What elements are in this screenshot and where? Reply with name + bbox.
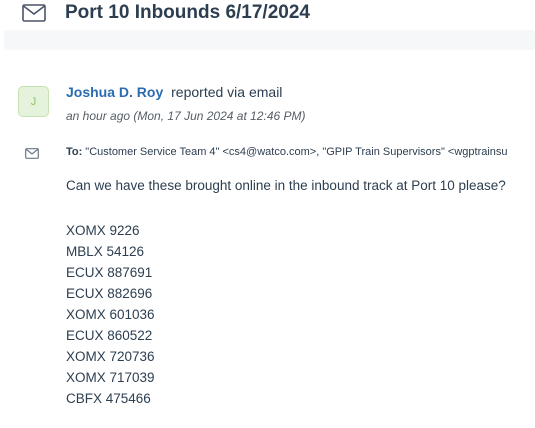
header-divider — [4, 30, 535, 50]
list-item: ECUX 887691 — [66, 265, 153, 280]
message-body-intro: Can we have these brought online in the … — [66, 178, 506, 193]
ticket-page: Port 10 Inbounds 6/17/2024 J Joshua D. R… — [0, 0, 535, 428]
sender-action: reported via email — [171, 84, 283, 100]
list-item: MBLX 54126 — [66, 244, 145, 259]
list-item: XOMX 717039 — [66, 370, 155, 385]
recipients-value: "Customer Service Team 4" <cs4@watco.com… — [85, 146, 508, 158]
recipients-line: To: "Customer Service Team 4" <cs4@watco.… — [66, 146, 535, 158]
message-timestamp: an hour ago (Mon, 17 Jun 2024 at 12:46 P… — [66, 109, 306, 123]
envelope-icon — [25, 146, 39, 159]
list-item: ECUX 882696 — [66, 286, 153, 301]
list-item: XOMX 601036 — [66, 307, 155, 322]
ticket-header: Port 10 Inbounds 6/17/2024 — [0, 0, 535, 30]
sender-name-link[interactable]: Joshua D. Roy — [66, 84, 163, 100]
to-label: To: — [66, 146, 83, 158]
avatar[interactable]: J — [18, 86, 49, 117]
sender-line: Joshua D. Roy reported via email — [66, 84, 282, 100]
list-item: ECUX 860522 — [66, 328, 153, 343]
list-item: CBFX 475466 — [66, 391, 151, 406]
car-list: XOMX 9226 MBLX 54126 ECUX 887691 ECUX 88… — [66, 220, 155, 409]
ticket-title: Port 10 Inbounds 6/17/2024 — [65, 2, 310, 23]
list-item: XOMX 720736 — [66, 349, 155, 364]
list-item: XOMX 9226 — [66, 223, 140, 238]
envelope-icon — [22, 4, 46, 22]
